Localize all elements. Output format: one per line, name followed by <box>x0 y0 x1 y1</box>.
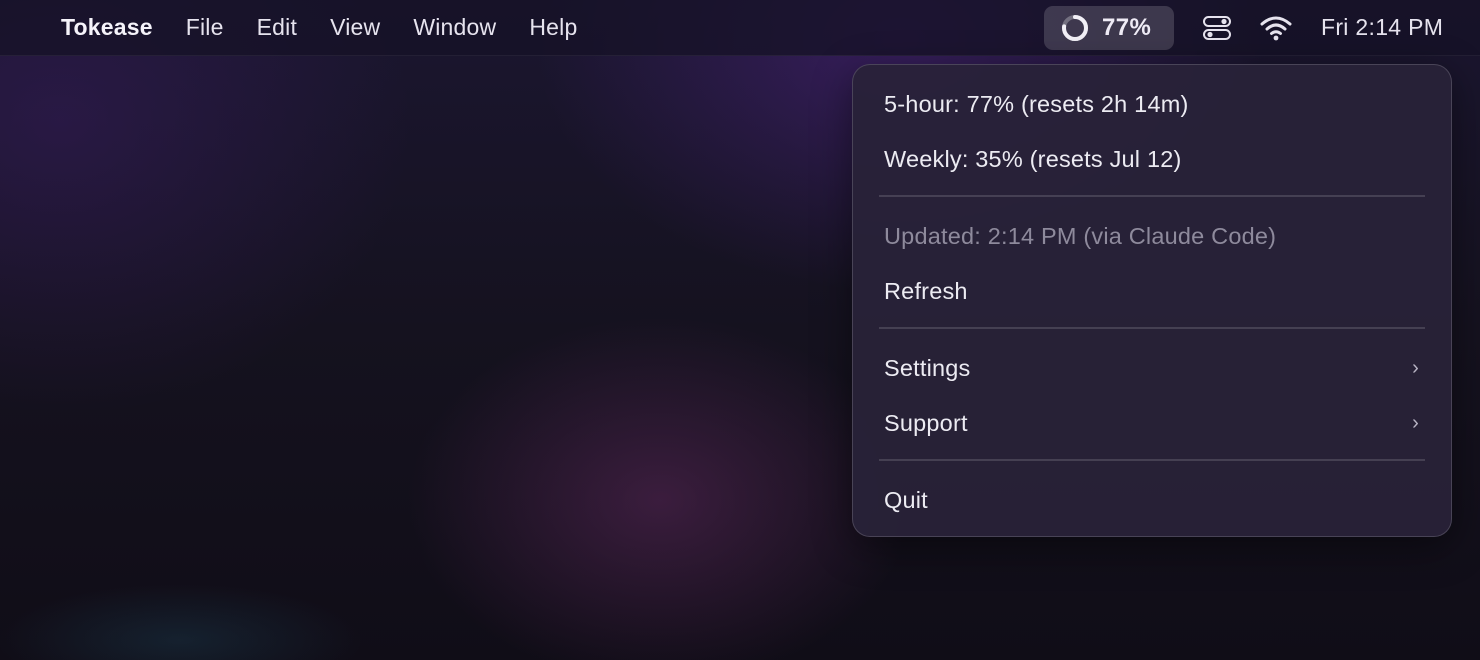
updated-status-label: Updated: 2:14 PM (via Claude Code) <box>884 222 1277 249</box>
menu-separator <box>879 459 1425 461</box>
control-center-icon[interactable] <box>1202 15 1232 41</box>
settings-menu-item[interactable]: Settings › <box>884 348 1421 388</box>
menu-edit[interactable]: Edit <box>257 14 297 41</box>
menu-help[interactable]: Help <box>529 14 577 41</box>
weekly-usage-label: Weekly: 35% (resets Jul 12) <box>884 145 1182 172</box>
menubar-clock[interactable]: Fri 2:14 PM <box>1321 14 1443 41</box>
app-menu-tokease[interactable]: Tokease <box>61 14 153 41</box>
quit-label: Quit <box>884 486 928 513</box>
refresh-menu-item[interactable]: Refresh <box>884 271 1421 311</box>
updated-status-item: Updated: 2:14 PM (via Claude Code) <box>884 216 1421 256</box>
support-label: Support <box>884 409 968 436</box>
settings-label: Settings <box>884 354 971 381</box>
menu-separator <box>879 327 1425 329</box>
quit-menu-item[interactable]: Quit <box>884 480 1421 520</box>
menu-separator <box>879 195 1425 197</box>
chevron-right-icon: › <box>1412 411 1419 434</box>
usage-status-item[interactable]: 77% <box>1044 6 1174 50</box>
wifi-icon[interactable] <box>1259 14 1293 42</box>
support-menu-item[interactable]: Support › <box>884 403 1421 443</box>
usage-dropdown-menu: 5-hour: 77% (resets 2h 14m) Weekly: 35% … <box>852 64 1452 537</box>
menu-view[interactable]: View <box>330 14 380 41</box>
menu-bar: Tokease File Edit View Window Help 77% F… <box>0 0 1480 56</box>
app-menus: Tokease File Edit View Window Help <box>0 0 610 55</box>
refresh-label: Refresh <box>884 277 968 304</box>
menu-file[interactable]: File <box>186 14 224 41</box>
chevron-right-icon: › <box>1412 356 1419 379</box>
usage-ring-icon <box>1062 15 1088 41</box>
weekly-usage-item: Weekly: 35% (resets Jul 12) <box>884 139 1421 179</box>
menu-window[interactable]: Window <box>413 14 496 41</box>
usage-percent-label: 77% <box>1102 14 1152 41</box>
five-hour-usage-item: 5-hour: 77% (resets 2h 14m) <box>884 84 1421 124</box>
five-hour-usage-label: 5-hour: 77% (resets 2h 14m) <box>884 90 1189 117</box>
